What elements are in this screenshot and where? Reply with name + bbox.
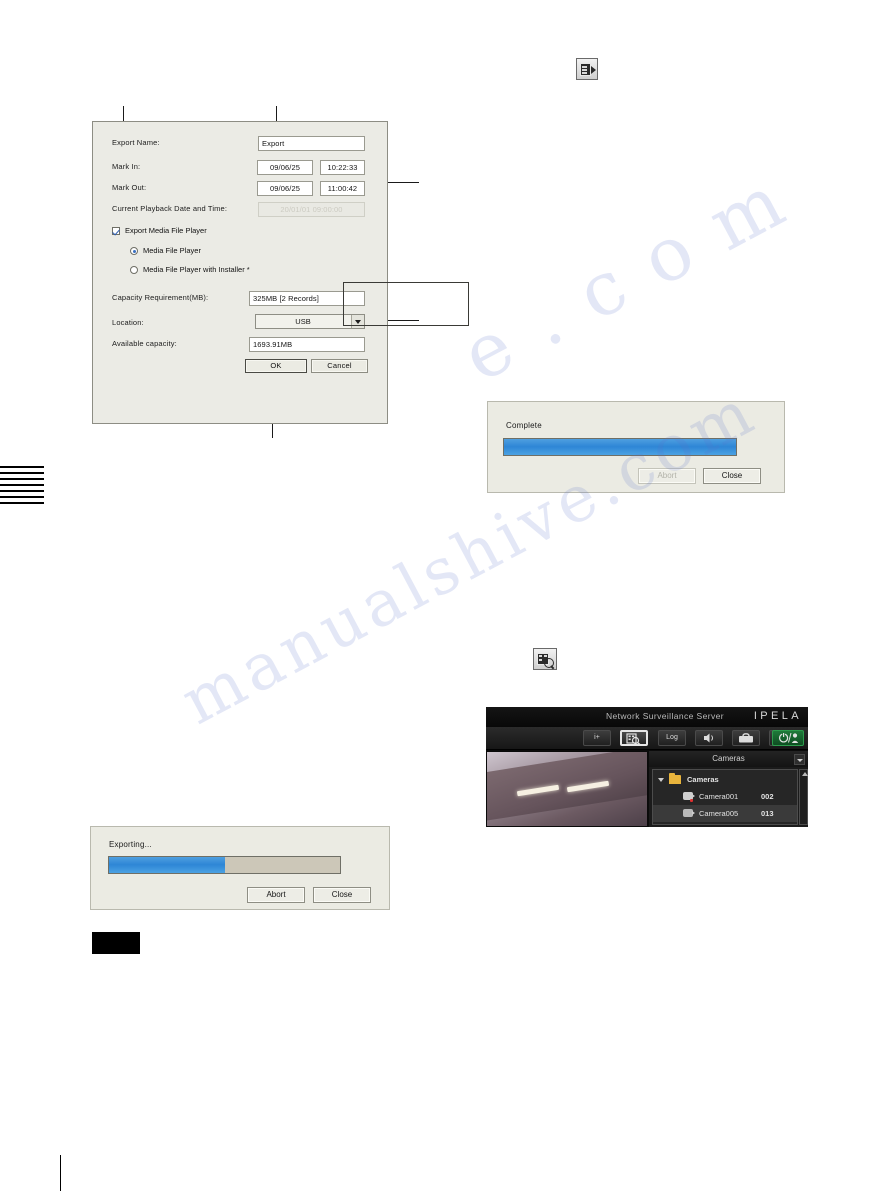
- export-screen-line-2: [582, 69, 587, 71]
- search-screen-line-3: [539, 659, 542, 661]
- mark-out-date-input[interactable]: 09/06/25: [257, 181, 313, 196]
- tree-camera-number-2: 013: [761, 809, 774, 818]
- camera-tree-header: Cameras: [649, 751, 808, 767]
- mark-in-date-input[interactable]: 09/06/25: [257, 160, 313, 175]
- complete-abort-button: Abort: [638, 468, 696, 484]
- watermark-text-secondary: e . c o m: [448, 157, 802, 399]
- export-screen-line-3: [582, 72, 587, 74]
- export-arrow-glyph: [591, 66, 596, 74]
- toolbox-icon: [739, 733, 753, 743]
- available-capacity-label: Available capacity:: [112, 339, 177, 348]
- ok-button[interactable]: OK: [245, 359, 307, 373]
- ipela-logo: IPELA: [753, 710, 802, 722]
- current-playback-input: 20/01/01 09:00:00: [258, 202, 365, 217]
- black-note-block: [92, 932, 140, 954]
- exporting-close-button[interactable]: Close: [313, 887, 371, 903]
- radio-unselected-icon[interactable]: [130, 266, 138, 274]
- exporting-title: Exporting...: [109, 840, 152, 849]
- search-screen-icon[interactable]: [533, 648, 557, 670]
- tree-root-row[interactable]: Cameras: [653, 771, 797, 788]
- camera-tree-body: Cameras Camera001 002 Camera005 013: [652, 769, 798, 825]
- folder-icon: [669, 772, 681, 784]
- magnifier-handle: [550, 665, 555, 670]
- available-capacity-input: 1693.91MB: [249, 337, 365, 352]
- exporting-dialog: Exporting... Abort Close: [90, 826, 390, 910]
- radio-media-file-player-label: Media File Player: [143, 246, 201, 255]
- complete-progress-fill: [504, 439, 736, 455]
- mark-out-time-input[interactable]: 11:00:42: [320, 181, 365, 196]
- tree-camera-label-1: Camera001: [699, 792, 739, 801]
- search-screen-line-1: [539, 655, 542, 657]
- exporting-progress-fill: [109, 857, 225, 873]
- export-icon[interactable]: [576, 58, 598, 80]
- exporting-abort-button[interactable]: Abort: [247, 887, 305, 903]
- export-name-input[interactable]: Export: [258, 136, 365, 151]
- tools-button[interactable]: [732, 730, 760, 746]
- exporting-progress-track: [108, 856, 341, 874]
- complete-title: Complete: [506, 421, 542, 430]
- cancel-button[interactable]: Cancel: [311, 359, 368, 373]
- camera-record-dot: [690, 799, 693, 802]
- surveillance-toolbar: i+ Log: [486, 727, 808, 750]
- location-label: Location:: [112, 318, 144, 327]
- capacity-requirement-label: Capacity Requirement(MB):: [112, 293, 209, 302]
- mark-out-label: Mark Out:: [112, 183, 147, 192]
- radio-media-file-player-row[interactable]: Media File Player: [130, 246, 201, 255]
- radio-media-file-player-installer-label: Media File Player with Installer *: [143, 265, 250, 274]
- export-dialog: Export Name: Export Mark In: 09/06/25 10…: [92, 121, 469, 424]
- page-corner-rule: [60, 1155, 61, 1191]
- search-screen-line-2: [544, 655, 547, 657]
- info-button[interactable]: i+: [583, 730, 611, 746]
- surveillance-header-title: Network Surveillance Server: [605, 711, 724, 721]
- current-playback-label: Current Playback Date and Time:: [112, 204, 228, 213]
- camera-icon: [683, 809, 695, 817]
- export-media-player-checkbox-row[interactable]: Export Media File Player: [112, 226, 207, 235]
- location-selected-value: USB: [295, 317, 311, 326]
- radio-media-file-player-installer-row[interactable]: Media File Player with Installer *: [130, 265, 250, 274]
- search-button[interactable]: [620, 730, 648, 746]
- mark-in-label: Mark In:: [112, 162, 141, 171]
- complete-progress-track: [503, 438, 737, 456]
- tree-camera-number-1: 002: [761, 792, 774, 801]
- expand-arrow-icon[interactable]: [658, 778, 664, 782]
- checkbox-icon[interactable]: [112, 227, 120, 235]
- tree-camera-label-2: Camera005: [699, 809, 739, 818]
- mark-in-time-input[interactable]: 10:22:33: [320, 160, 365, 175]
- radio-selected-icon[interactable]: [130, 247, 138, 255]
- page-edge-stripes: [0, 466, 44, 506]
- surveillance-screenshot: Network Surveillance Server IPELA i+ Log: [486, 707, 808, 827]
- tree-camera-row-2[interactable]: Camera005 013: [653, 805, 797, 822]
- export-media-player-label: Export Media File Player: [125, 226, 207, 235]
- complete-dialog: Complete Abort Close: [487, 401, 785, 493]
- export-name-label: Export Name:: [112, 138, 160, 147]
- power-user-icon: [779, 732, 799, 743]
- camera-tree-pane: Cameras Cameras Camera001 002 Camera005 …: [649, 751, 808, 827]
- export-screen-line-1: [582, 66, 587, 68]
- audio-button[interactable]: [695, 730, 723, 746]
- search-button-icon: [626, 733, 641, 746]
- video-preview[interactable]: [486, 751, 648, 827]
- log-button[interactable]: Log: [658, 730, 686, 746]
- mark-in-out-highlight-box: [343, 282, 469, 326]
- power-user-button[interactable]: [772, 730, 804, 746]
- tree-collapse-icon[interactable]: [794, 754, 805, 765]
- tree-root-label: Cameras: [687, 775, 719, 784]
- surveillance-header: Network Surveillance Server IPELA: [486, 707, 808, 727]
- speaker-icon: [704, 733, 713, 743]
- complete-close-button[interactable]: Close: [703, 468, 761, 484]
- tree-camera-row-1[interactable]: Camera001 002: [653, 788, 797, 805]
- tree-scrollbar[interactable]: [799, 769, 808, 825]
